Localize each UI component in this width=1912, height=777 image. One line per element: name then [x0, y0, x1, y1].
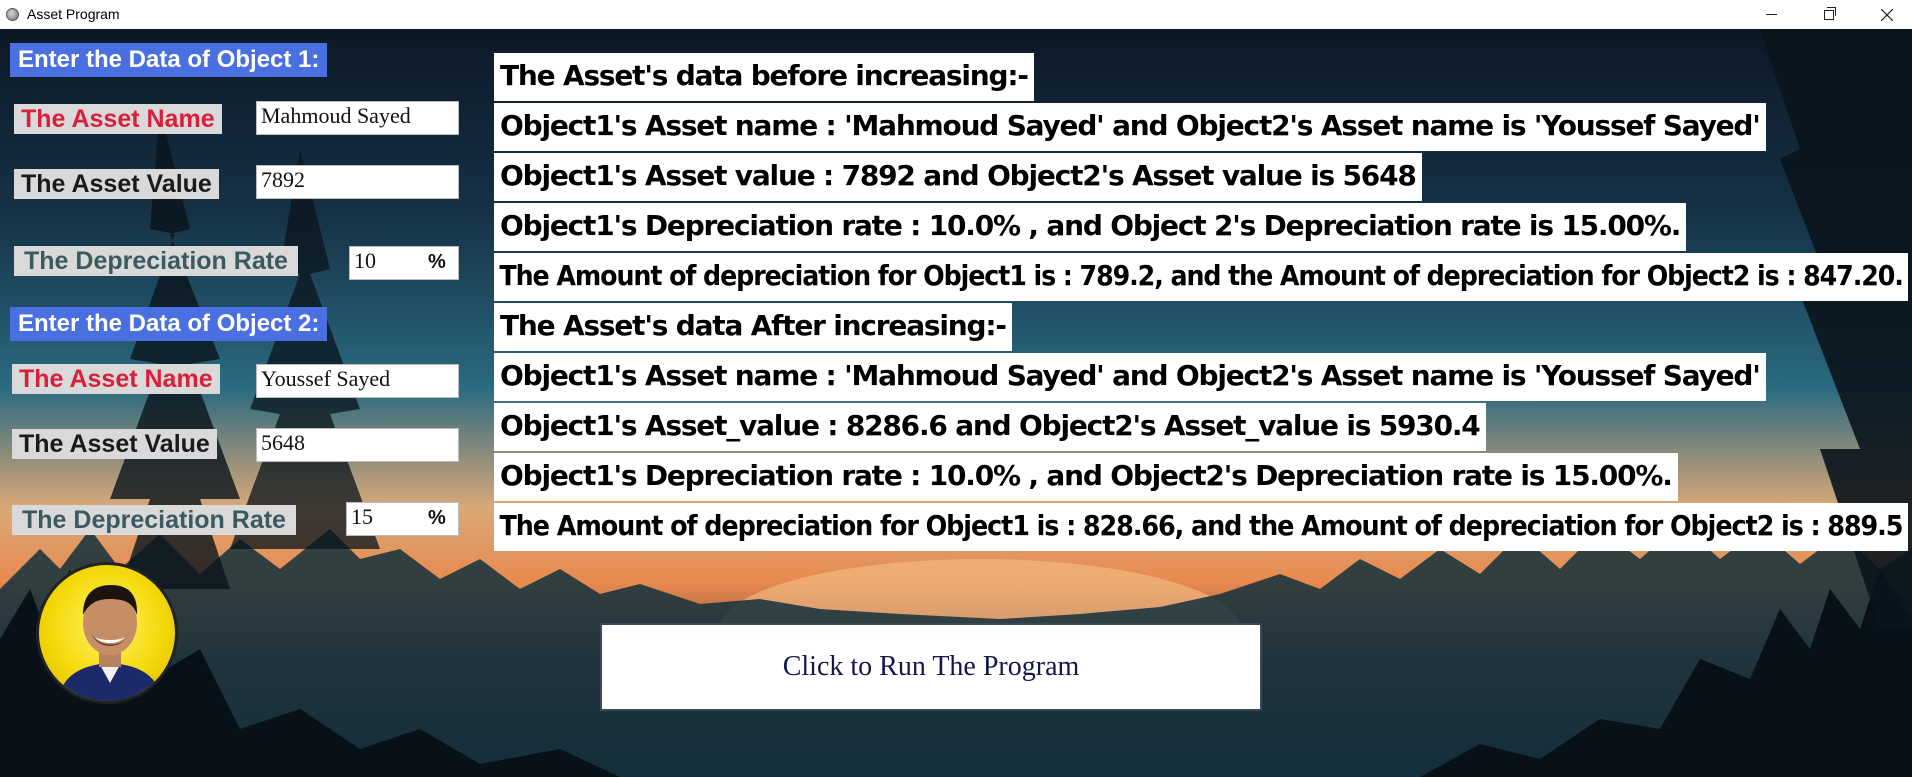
object2-rate-label: The Depreciation Rate [12, 505, 296, 535]
object2-value-label: The Asset Value [12, 429, 217, 459]
output-before-amount: The Amount of depreciation for Object1 i… [494, 253, 1909, 301]
object2-name-label: The Asset Name [12, 364, 220, 394]
output-before-title: The Asset's data before increasing:- [494, 53, 1034, 101]
restore-icon [1824, 6, 1836, 20]
object1-header: Enter the Data of Object 1: [10, 43, 328, 77]
person-photo-icon [57, 585, 163, 701]
run-program-button[interactable]: Click to Run The Program [600, 623, 1262, 711]
minimize-icon [1765, 14, 1777, 15]
object2-value-input[interactable]: 5648 [256, 428, 459, 462]
output-before-name: Object1's Asset name : 'Mahmoud Sayed' a… [494, 103, 1766, 151]
close-icon [1881, 8, 1893, 21]
output-before-rate: Object1's Depreciation rate : 10.0% , an… [494, 203, 1687, 251]
object2-name-input[interactable]: Youssef Sayed [256, 364, 459, 398]
object1-rate-unit: % [428, 251, 446, 273]
object1-name-input[interactable]: Mahmoud Sayed [256, 101, 459, 135]
close-button[interactable] [1864, 0, 1910, 29]
object2-header: Enter the Data of Object 2: [10, 307, 328, 341]
output-after-value: Object1's Asset_value : 8286.6 and Objec… [494, 403, 1486, 451]
object2-rate-unit: % [428, 507, 446, 529]
output-after-amount: The Amount of depreciation for Object1 i… [494, 503, 1908, 551]
output-before-value: Object1's Asset value : 7892 and Object2… [494, 153, 1422, 201]
object1-name-label: The Asset Name [14, 104, 222, 134]
output-after-title: The Asset's data After increasing:- [494, 303, 1012, 351]
app-icon [6, 8, 19, 21]
window-title: Asset Program [27, 6, 120, 22]
output-after-rate: Object1's Depreciation rate : 10.0% , an… [494, 453, 1678, 501]
avatar [36, 562, 178, 704]
title-bar: Asset Program [0, 0, 1912, 29]
output-after-name: Object1's Asset name : 'Mahmoud Sayed' a… [494, 353, 1766, 401]
object1-value-label: The Asset Value [14, 169, 219, 199]
object1-rate-label: The Depreciation Rate [14, 246, 298, 276]
maximize-button[interactable] [1806, 0, 1852, 29]
object1-value-input[interactable]: 7892 [256, 165, 459, 199]
minimize-button[interactable] [1748, 0, 1794, 29]
